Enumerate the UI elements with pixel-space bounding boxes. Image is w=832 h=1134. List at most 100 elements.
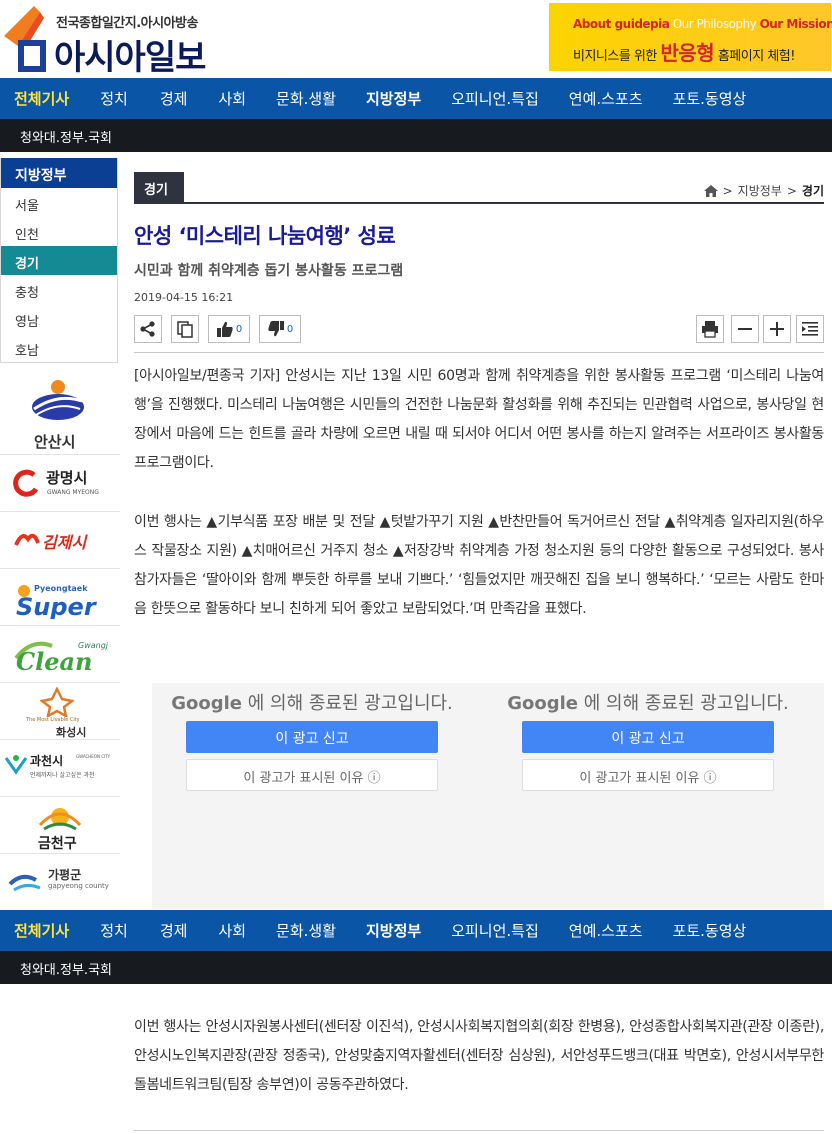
nav-item-photo[interactable]: 포토.동영상 [673, 920, 747, 941]
share-button[interactable] [134, 315, 162, 343]
breadcrumb-current[interactable]: 경기 [802, 182, 824, 199]
zoom-in-icon [770, 322, 784, 336]
category-tab[interactable]: 경기 [134, 172, 184, 202]
article-paragraph-2: 이번 행사는 ▲기부식품 포장 배분 및 전달 ▲텃밭가꾸기 지원 ▲반찬만들어… [134, 514, 824, 617]
city-logo-gwangju[interactable]: Gwangju Clean [0, 626, 120, 683]
nav-item-politics[interactable]: 정치 [100, 920, 128, 941]
city-logo-ansan[interactable]: 안산시 [0, 365, 120, 455]
pyeongtaek-logo-icon: Pyeongtaek Super [16, 584, 98, 619]
gimje-emblem-icon [14, 533, 40, 546]
city-logo-gwacheon[interactable]: 과천시 GWACHEON CITY 언제까지나 살고싶은 과천 [0, 740, 120, 797]
gwacheon-emblem-icon [4, 755, 28, 775]
dislike-button[interactable]: 0 [259, 315, 301, 343]
city-logo-gimje[interactable]: 김제시 [0, 512, 120, 569]
nav-item-opinion[interactable]: 오피니언.특집 [451, 920, 539, 941]
geumcheon-label: 금천구 [38, 836, 77, 852]
font-decrease-button[interactable] [731, 315, 759, 343]
nav-item-society[interactable]: 사회 [218, 920, 246, 941]
hwaseong-label: 화성시 [56, 726, 87, 739]
article-paragraph-1: [아시아일보/편종국 기자] 안성시는 지난 13일 시민 60명과 함께 취약… [134, 368, 824, 471]
nav-item-entertainment[interactable]: 연예.스포츠 [569, 920, 643, 941]
city-logo-gwangmyeong[interactable]: 광명시 GWANG MYEONG [0, 455, 120, 512]
report-ad-button[interactable]: 이 광고 신고 [186, 721, 438, 753]
nav-item-economy[interactable]: 경제 [160, 88, 188, 109]
gwacheon-label: 과천시 [30, 754, 64, 768]
nav-item-opinion[interactable]: 오피니언.특집 [451, 88, 539, 109]
ad-banner[interactable]: About guidepia Our Philosophy Our Missio… [549, 3, 832, 71]
region-menu: 지방정부 서울 인천 경기 충청 영남 호남 [0, 158, 118, 363]
ansan-emblem-icon [32, 380, 84, 420]
region-item-gyeonggi[interactable]: 경기 [1, 246, 117, 275]
like-button[interactable]: 0 [208, 315, 250, 343]
gapyeong-emblem-icon [8, 874, 41, 892]
region-item-incheon[interactable]: 인천 [1, 217, 117, 246]
city-logo-pyeongtaek[interactable]: Pyeongtaek Super [0, 569, 120, 626]
banner-about: About guidepia [573, 17, 670, 31]
why-this-ad-button[interactable]: 이 광고가 표시된 이유 ⓘ [522, 759, 774, 791]
report-ad-button[interactable]: 이 광고 신고 [522, 721, 774, 753]
breadcrumb-local-gov[interactable]: 지방정부 [738, 182, 782, 199]
city-logo-list: 안산시 광명시 GWANG MYEONG 김제시 Pyeongtaek Supe… [0, 365, 120, 911]
region-menu-title: 지방정부 [1, 158, 117, 188]
ad-brand: Google [171, 693, 242, 714]
article-list-button[interactable] [796, 315, 824, 343]
banner-text-a: 비지니스를 위한 [573, 49, 657, 64]
gapyeong-label: 가평군 [48, 868, 82, 882]
nav-item-economy[interactable]: 경제 [160, 920, 188, 941]
nav-item-culture[interactable]: 문화.생활 [276, 88, 336, 109]
nav-item-society[interactable]: 사회 [218, 88, 246, 109]
site-header: 전국종합일간지.아시아방송 아시아일보 About guidepia Our P… [0, 0, 832, 78]
region-item-chungcheong[interactable]: 충청 [1, 275, 117, 304]
region-item-seoul[interactable]: 서울 [1, 188, 117, 217]
site-logo[interactable]: 전국종합일간지.아시아방송 아시아일보 [4, 4, 234, 78]
share-icon [140, 321, 155, 337]
banner-philosophy: Our Philosophy [672, 17, 757, 31]
list-icon [802, 322, 818, 336]
home-icon[interactable] [703, 184, 718, 197]
nav-item-politics[interactable]: 정치 [100, 88, 128, 109]
svg-text:Pyeongtaek: Pyeongtaek [34, 584, 88, 593]
article-title: 안성 ‘미스테리 나눔여행’ 성료 [134, 224, 396, 248]
nav-item-all[interactable]: 전체기사 [14, 88, 69, 109]
copy-button[interactable] [171, 315, 199, 343]
subnav-item-government[interactable]: 청와대.정부.국회 [20, 127, 112, 146]
why-this-ad-button[interactable]: 이 광고가 표시된 이유 ⓘ [186, 759, 438, 791]
ad-area: Google 에 의해 종료된 광고입니다. 이 광고 신고 이 광고가 표시된… [152, 683, 824, 909]
city-logo-gapyeong[interactable]: 가평군 gapyeong county [0, 854, 120, 911]
nav-item-all[interactable]: 전체기사 [14, 920, 69, 941]
print-icon [702, 321, 718, 338]
nav-item-local-gov[interactable]: 지방정부 [366, 88, 421, 109]
banner-text-b: 홈페이지 체험! [717, 49, 796, 64]
closed-ad-2: Google 에 의해 종료된 광고입니다. 이 광고 신고 이 광고가 표시된… [488, 683, 808, 791]
gwangju-logo-icon: Gwangju Clean [14, 641, 108, 676]
ad-brand: Google [507, 693, 578, 714]
gwangmyeong-label: 광명시 [46, 469, 88, 487]
category-divider [134, 202, 824, 204]
city-logo-hwaseong[interactable]: The Most Livable City 화성시 [0, 683, 120, 740]
main-nav: 전체기사 정치 경제 사회 문화.생활 지방정부 오피니언.특집 연예.스포츠 … [0, 78, 832, 119]
toolbar-divider [134, 352, 824, 353]
region-item-yeongnam[interactable]: 영남 [1, 304, 117, 333]
print-button[interactable] [696, 315, 724, 343]
gimje-label: 김제시 [42, 533, 87, 552]
site-tagline: 전국종합일간지.아시아방송 [56, 16, 198, 31]
city-logo-geumcheon[interactable]: 금천구 [0, 797, 120, 854]
article-subtitle: 시민과 함께 취약계층 돕기 봉사활동 프로그램 [134, 263, 404, 279]
sticky-sub-nav: 청와대.정부.국회 [0, 951, 832, 984]
nav-item-local-gov[interactable]: 지방정부 [366, 920, 421, 941]
hwaseong-small: The Most Livable City [26, 717, 80, 723]
nav-item-entertainment[interactable]: 연예.스포츠 [569, 88, 643, 109]
sub-nav: 청와대.정부.국회 [0, 119, 832, 152]
ad-closed-text: 에 의해 종료된 광고입니다. [583, 693, 789, 714]
nav-item-culture[interactable]: 문화.생활 [276, 920, 336, 941]
closed-ad-1: Google 에 의해 종료된 광고입니다. 이 광고 신고 이 광고가 표시된… [152, 683, 472, 791]
like-count: 0 [235, 323, 243, 335]
font-increase-button[interactable] [763, 315, 791, 343]
subnav-item-government[interactable]: 청와대.정부.국회 [20, 959, 112, 978]
nav-item-photo[interactable]: 포토.동영상 [673, 88, 747, 109]
site-name: 아시아일보 [54, 38, 206, 78]
banner-mission: Our Mission [759, 17, 832, 31]
region-item-honam[interactable]: 호남 [1, 333, 117, 362]
gwangmyeong-en: GWANG MYEONG [47, 489, 99, 496]
article-toolbar: 0 0 [134, 315, 824, 345]
